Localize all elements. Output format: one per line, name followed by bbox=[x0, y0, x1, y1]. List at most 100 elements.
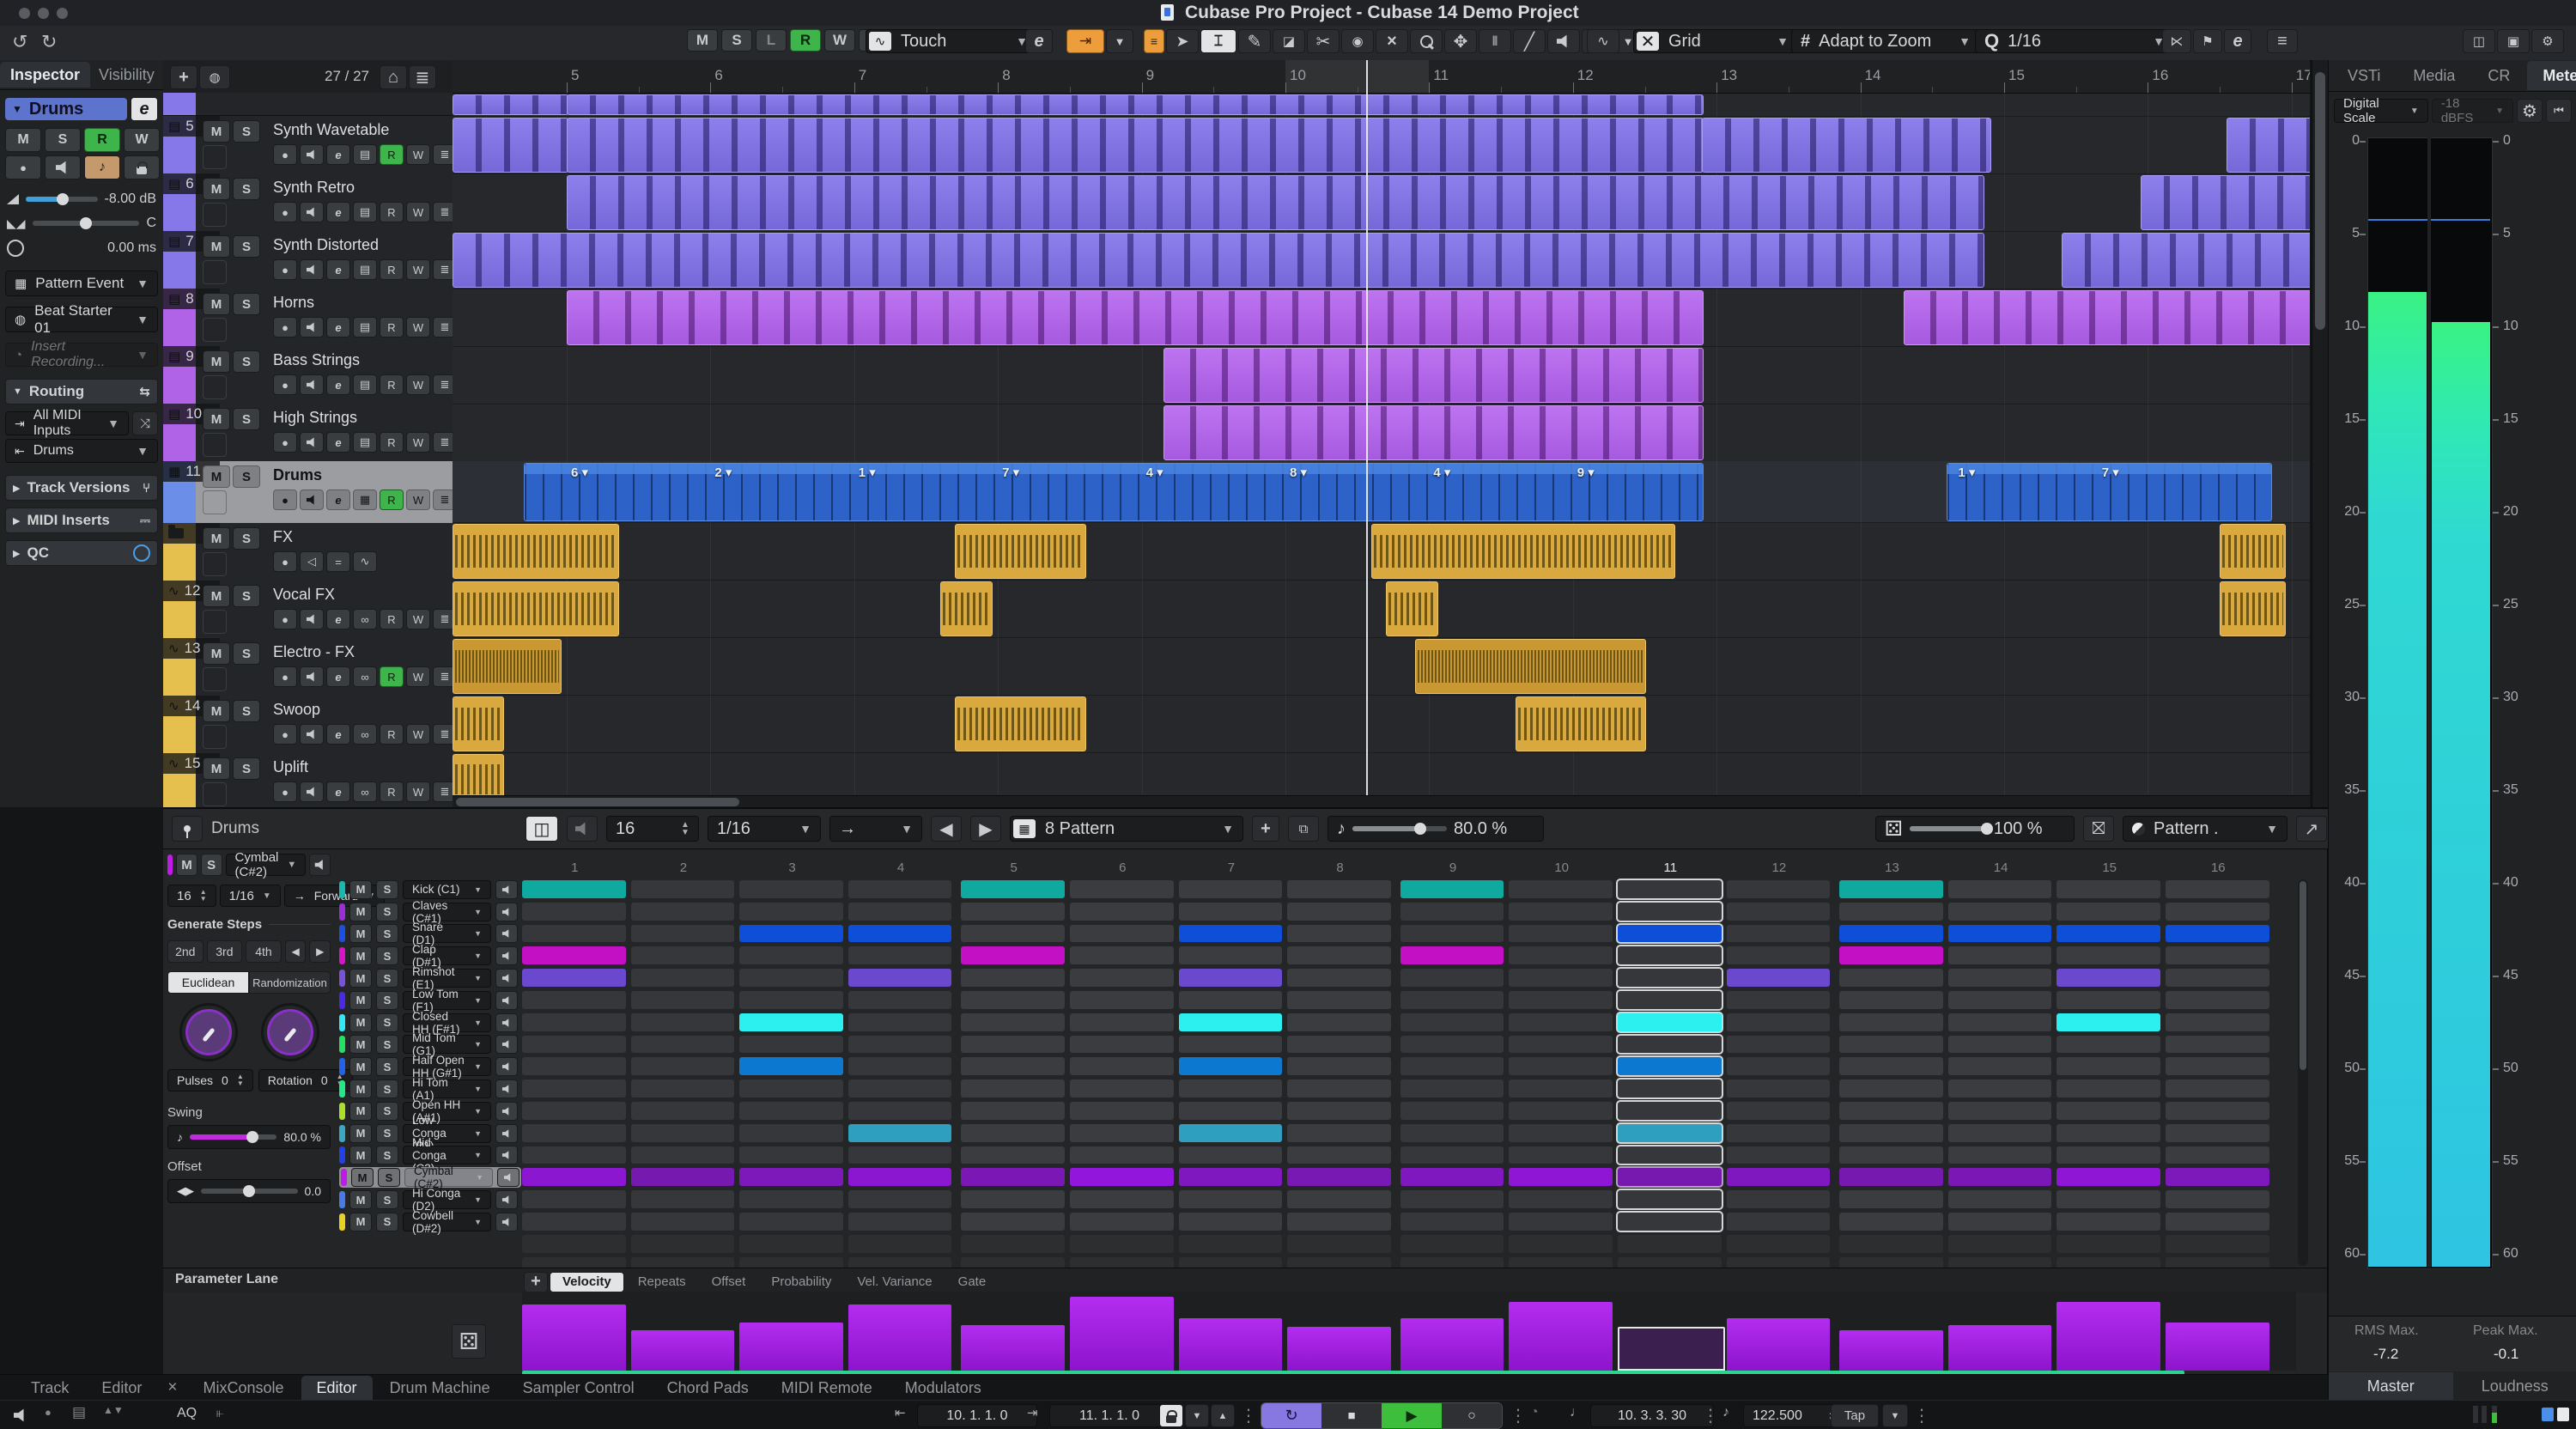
lanes-button[interactable]: ≣ bbox=[433, 144, 453, 165]
right-zone-tab-vsti[interactable]: VSTi bbox=[2332, 61, 2396, 90]
lanes-button[interactable]: ≣ bbox=[433, 781, 453, 802]
tab-master[interactable]: Master bbox=[2329, 1372, 2453, 1400]
traffic-light-zoom[interactable] bbox=[57, 8, 68, 19]
step-cell[interactable] bbox=[2057, 1079, 2160, 1098]
track-mute-button[interactable]: M bbox=[203, 757, 230, 780]
step-cell-active[interactable] bbox=[1726, 969, 1831, 987]
pattern-flag[interactable]: 8 ▾ bbox=[1290, 465, 1307, 480]
lanes-button[interactable]: ≣ bbox=[433, 202, 453, 222]
volume-slider[interactable] bbox=[26, 193, 98, 205]
aq-slider-icon[interactable]: ⫦ bbox=[216, 1406, 223, 1420]
write-button[interactable]: W bbox=[406, 374, 430, 395]
track-mute-button[interactable]: M bbox=[203, 350, 230, 373]
step-cell[interactable] bbox=[1400, 991, 1504, 1009]
lanes-button[interactable]: ≣ bbox=[433, 432, 453, 453]
instrument-icon-button[interactable]: ▤ bbox=[353, 317, 377, 337]
step-cell[interactable] bbox=[1726, 991, 1831, 1009]
step-cell[interactable] bbox=[1070, 1146, 1174, 1164]
lane-preview-button[interactable] bbox=[495, 946, 518, 966]
lock-punch-button[interactable] bbox=[1159, 1404, 1183, 1427]
step-cell[interactable] bbox=[522, 902, 626, 921]
step-cell[interactable] bbox=[1400, 1213, 1504, 1231]
randomize-slider-box[interactable]: ⚄ 100 % bbox=[1875, 816, 2075, 842]
step-cell-active[interactable] bbox=[961, 946, 1065, 965]
step-cell-active[interactable] bbox=[848, 1168, 952, 1187]
record-arm-button[interactable]: ● bbox=[5, 155, 41, 179]
velocity-bar[interactable] bbox=[961, 1325, 1065, 1371]
shift-right-button[interactable]: ▶ bbox=[309, 940, 331, 963]
clip-audio[interactable] bbox=[940, 581, 993, 636]
glue-tool[interactable]: ◉ bbox=[1341, 29, 1374, 53]
lanes-button[interactable]: ≣ bbox=[433, 666, 453, 687]
toolbar-solo[interactable]: S bbox=[721, 29, 752, 52]
step-cell[interactable] bbox=[1070, 924, 1174, 943]
lane-offset-slider[interactable]: ◀▶ 0.0 bbox=[167, 1179, 331, 1203]
step-cell-active[interactable] bbox=[522, 946, 626, 965]
drum-lane-13[interactable]: MS Mid Conga (C2)▼ bbox=[339, 1136, 518, 1175]
clip-audio[interactable] bbox=[954, 524, 1086, 579]
drum-lane-9[interactable]: M S Half Open HH (G#1) ▼ bbox=[339, 1054, 518, 1079]
step-cell[interactable] bbox=[1070, 1102, 1174, 1120]
setup-toolbar-button[interactable]: ⚙ bbox=[2531, 29, 2564, 53]
write-button[interactable]: W bbox=[406, 490, 430, 510]
drum-lane-6[interactable]: M S Low Tom (F1) ▼ bbox=[339, 988, 518, 1013]
shift-left-button[interactable]: ◀ bbox=[284, 940, 307, 963]
traffic-light-minimize[interactable] bbox=[38, 8, 49, 19]
pattern-flag[interactable]: 6 ▾ bbox=[571, 465, 588, 480]
clear-pattern-button[interactable]: ⛝ bbox=[2083, 816, 2114, 842]
step-cell[interactable] bbox=[1509, 946, 1613, 965]
tab-visibility[interactable]: Visibility bbox=[90, 62, 163, 88]
lane-solo-button[interactable]: S bbox=[200, 854, 222, 876]
velocity-bar[interactable] bbox=[1509, 1302, 1613, 1371]
track-solo-button[interactable]: S bbox=[233, 293, 260, 315]
clip-audio-dense[interactable] bbox=[453, 639, 562, 694]
record-arm-button[interactable]: ● bbox=[273, 609, 297, 629]
step-cell-active[interactable] bbox=[630, 1168, 735, 1187]
write-button[interactable]: W bbox=[406, 144, 430, 165]
track-mute-button[interactable]: M bbox=[203, 700, 230, 722]
right-zone-tab-media[interactable]: Media bbox=[2397, 61, 2470, 90]
monitor-button[interactable] bbox=[300, 609, 324, 629]
step-cell[interactable] bbox=[522, 1057, 626, 1076]
step-cell[interactable] bbox=[2166, 991, 2269, 1009]
step-cell[interactable] bbox=[848, 1213, 952, 1231]
lane-mute-button[interactable]: M bbox=[349, 924, 372, 944]
step-cell[interactable] bbox=[1178, 1146, 1283, 1164]
drum-lane-1[interactable]: M S Kick (C1) ▼ bbox=[339, 879, 518, 900]
track-row-horns[interactable]: ▤ 8 M S Horns ● e ▤ R W ≣ bbox=[163, 289, 453, 347]
write-button[interactable]: W bbox=[406, 609, 430, 629]
preroll-icon[interactable]: ◔ bbox=[1530, 1405, 1539, 1420]
velocity-bar[interactable] bbox=[1178, 1318, 1283, 1371]
step-cell[interactable] bbox=[1178, 946, 1283, 965]
step-cell[interactable] bbox=[961, 1190, 1065, 1208]
autofade-button[interactable]: ∿ bbox=[1587, 29, 1619, 53]
velocity-bar[interactable] bbox=[1839, 1330, 1943, 1371]
goto-left-locator-icon[interactable]: ⇤ bbox=[895, 1405, 906, 1420]
drum-lane-5[interactable]: M S Rimshot (E1) ▼ bbox=[339, 965, 518, 991]
pattern-flag[interactable]: 4 ▾ bbox=[1433, 465, 1450, 480]
track-mute-button[interactable]: M bbox=[203, 120, 230, 143]
step-cell[interactable] bbox=[630, 1123, 735, 1142]
step-cell[interactable] bbox=[1839, 1079, 1943, 1098]
step-cell-active[interactable] bbox=[1178, 1123, 1283, 1142]
step-cell[interactable] bbox=[961, 1102, 1065, 1120]
step-cell[interactable] bbox=[1070, 1012, 1174, 1031]
lane-solo-button[interactable]: S bbox=[376, 902, 398, 921]
drum-lane-4[interactable]: M S Clap (D#1) ▼ bbox=[339, 943, 518, 969]
step-cell-active[interactable] bbox=[522, 969, 626, 987]
step-cell-active[interactable] bbox=[739, 924, 843, 943]
step-cell[interactable] bbox=[1070, 969, 1174, 987]
comp-tool[interactable]: ⫴ bbox=[1479, 29, 1511, 53]
lane-solo-button[interactable]: S bbox=[378, 1168, 400, 1188]
track-solo-button[interactable]: S bbox=[233, 235, 260, 258]
step-cell[interactable] bbox=[1618, 1035, 1722, 1054]
arrangement-hscrollbar[interactable] bbox=[453, 795, 2310, 807]
step-cell[interactable] bbox=[1947, 969, 2052, 987]
clip-magenta[interactable] bbox=[1163, 405, 1704, 460]
step-cell[interactable] bbox=[2057, 1057, 2160, 1076]
step-cell[interactable] bbox=[630, 1035, 735, 1054]
step-cell-active[interactable] bbox=[1178, 924, 1283, 943]
track-solo-button[interactable]: S bbox=[233, 527, 260, 550]
step-cell-active[interactable] bbox=[2057, 969, 2160, 987]
redo-icon[interactable]: ↻ bbox=[41, 31, 57, 53]
